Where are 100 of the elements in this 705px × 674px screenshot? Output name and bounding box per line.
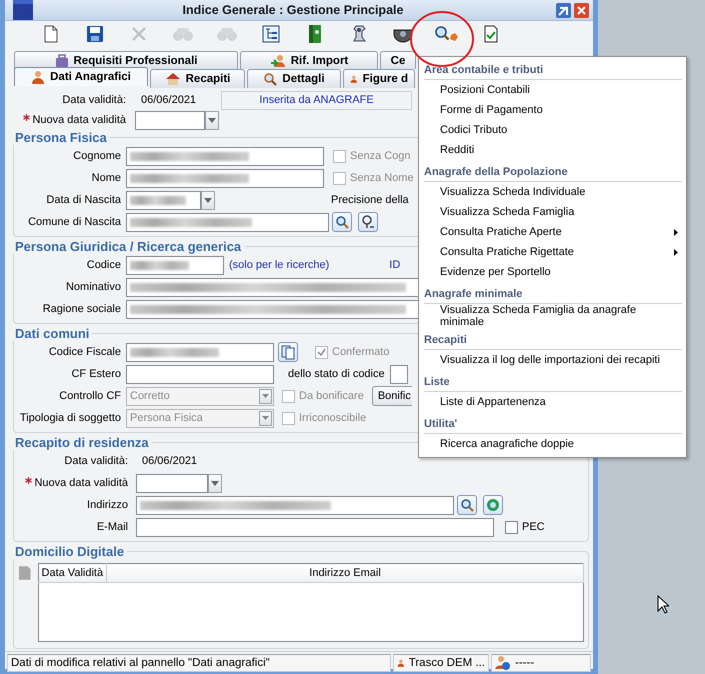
menu-item[interactable]: Visualizza Scheda Famiglia [424, 202, 682, 222]
status-info: ----- [515, 657, 534, 669]
field-label: Codice Fiscale [48, 346, 121, 358]
search-icon [335, 215, 349, 229]
search-button[interactable] [332, 212, 352, 232]
dropdown-button[interactable] [201, 190, 215, 210]
document-icon [18, 565, 32, 581]
checkbox-label: Irriconoscibile [299, 412, 366, 424]
dropdown-button[interactable] [205, 110, 219, 130]
dropdown-arrow-icon [204, 198, 212, 202]
menu-item[interactable]: Redditi [424, 140, 682, 160]
column-header: Indirizzo Email [106, 564, 584, 582]
checkbox-label: Confermato [332, 346, 390, 358]
menu-item[interactable]: Posizioni Contabili [424, 80, 682, 100]
app-logo [13, 0, 33, 20]
menu-item[interactable]: Ricerca anagrafiche doppie [424, 434, 682, 454]
tab[interactable]: Figure d [343, 69, 415, 88]
column-header: Data Validità [38, 564, 107, 582]
section-title: Recapito di residenza [14, 435, 150, 450]
field-label: Precisione della [331, 194, 409, 206]
dropdown-arrow-icon [262, 394, 269, 398]
text-field[interactable] [126, 342, 274, 362]
redacted-value [130, 196, 186, 204]
globe-icon [486, 498, 500, 512]
field-label: Cognome [72, 150, 121, 162]
tab[interactable]: Rif. Import [240, 51, 378, 69]
restore-button[interactable] [556, 2, 571, 18]
status-user: Trasco DEM ... [408, 657, 485, 669]
menu-item[interactable]: Forme di Pagamento [424, 100, 682, 120]
checkbox-label: Senza Cogn [350, 150, 411, 162]
close-icon [576, 4, 587, 16]
menu-item[interactable]: Visualizza Scheda Famiglia da anagrafe minimale [424, 304, 682, 328]
field-label: E-Mail [96, 521, 128, 533]
text-field[interactable] [126, 168, 324, 188]
menu-section-title: Utilita' [424, 412, 682, 434]
date-field[interactable] [136, 474, 208, 492]
menu-item[interactable]: Visualizza Scheda Individuale [424, 182, 682, 202]
field-label: Comune di Nascita [27, 216, 121, 228]
text-field[interactable] [126, 364, 274, 384]
dropdown-button[interactable] [208, 474, 222, 492]
menu-section-title: Area contabile e tributi [424, 58, 682, 80]
text-field[interactable] [136, 518, 494, 536]
delete-icon [130, 25, 148, 43]
submenu-arrow-icon [674, 228, 678, 236]
checkbox-label: PEC [522, 521, 545, 533]
text-field[interactable] [126, 146, 324, 166]
check-icon [317, 348, 326, 356]
copy-icon [280, 344, 296, 360]
search-icon [460, 498, 474, 512]
person-arrow-icon [270, 54, 286, 68]
field-label: Indirizzo [86, 499, 128, 511]
window-title: Indice Generale : Gestione Principale [182, 3, 404, 17]
dropdown-arrow-icon [208, 118, 216, 122]
checkbox-label: Da bonificare [299, 390, 364, 402]
field-label: Ragione sociale [42, 303, 121, 315]
text-field[interactable] [136, 496, 454, 514]
hint-text: (solo per le ricerche) [229, 259, 330, 271]
field-label: Nominativo [64, 281, 121, 293]
date-field[interactable] [135, 110, 205, 130]
date-field[interactable] [126, 190, 201, 210]
binder-icon [307, 24, 323, 44]
dropdown-value: Corretto [130, 390, 170, 402]
binoculars-icon [172, 25, 194, 43]
close-button[interactable] [574, 2, 589, 18]
briefcase-icon [54, 54, 68, 68]
field-label: Controllo CF [58, 390, 121, 402]
tab[interactable]: Recapiti [150, 69, 245, 88]
menu-item[interactable]: Consulta Pratiche Rigettate [424, 242, 682, 262]
field-label: Nuova data validità [18, 477, 128, 489]
text-field[interactable] [390, 364, 408, 384]
menu-item[interactable]: Consulta Pratiche Aperte [424, 222, 682, 242]
action-button[interactable]: Bonific [372, 386, 412, 406]
checkbox[interactable] [505, 520, 518, 534]
field-label: Nuova data validità [9, 114, 126, 126]
text-field[interactable] [126, 256, 224, 274]
text-field[interactable] [126, 212, 329, 232]
copy-button[interactable] [278, 342, 298, 362]
menu-item[interactable]: Codici Tributo [424, 120, 682, 140]
section-title: Dati comuni [14, 326, 90, 341]
save-icon [86, 25, 104, 43]
tab[interactable]: Dettagli [247, 69, 341, 88]
menu-item[interactable]: Visualizza il log delle importazioni dei recapiti [424, 350, 682, 370]
search-button[interactable] [457, 495, 477, 515]
magnifier-icon [263, 72, 278, 86]
field-label: dello stato di codice [288, 368, 385, 380]
dropdown-arrow-icon [262, 416, 269, 420]
menu-item[interactable]: Evidenze per Sportello [424, 262, 682, 282]
section-title: Persona Giuridica / Ricerca generica [14, 239, 242, 254]
menu-section-title: Recapiti [424, 328, 682, 350]
tab[interactable]: Requisiti Professionali [14, 51, 238, 69]
field-value: 06/06/2021 [141, 94, 196, 106]
section-title: Domicilio Digitale [14, 544, 126, 559]
globe-button[interactable] [483, 495, 503, 515]
tab[interactable]: Dati Anagrafici [14, 67, 148, 86]
tab[interactable]: Ce [380, 51, 416, 69]
menu-section-title: Liste [424, 370, 682, 392]
section-title: Persona Fisica [14, 130, 108, 145]
menu-item[interactable]: Liste di Appartenenza [424, 392, 682, 412]
binoculars-icon [216, 25, 238, 43]
person-icon [31, 70, 46, 84]
